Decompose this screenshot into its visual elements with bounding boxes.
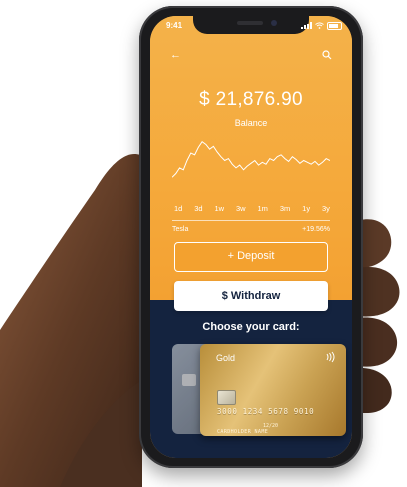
divider (172, 220, 330, 221)
card-gold[interactable]: Gold 3000 1234 5678 9010 12/20 CARDHOLDE… (200, 344, 346, 436)
search-icon[interactable] (322, 50, 332, 60)
contactless-icon (326, 351, 335, 363)
range-tab-1y[interactable]: 1y (302, 204, 310, 213)
range-tab-3m[interactable]: 3m (280, 204, 290, 213)
wifi-icon (315, 22, 324, 29)
status-icons (301, 21, 342, 30)
balance-amount: $ 21,876.90 (199, 89, 303, 110)
range-tab-1m[interactable]: 1m (258, 204, 268, 213)
choose-card-title: Choose your card: (202, 321, 300, 333)
stock-name: Tesla (172, 226, 189, 233)
card-name: Gold (216, 353, 236, 363)
speaker (237, 21, 263, 25)
withdraw-button[interactable]: $ Withdraw (174, 281, 328, 311)
balance-chart (172, 140, 330, 178)
deposit-button[interactable]: + Deposit (174, 242, 328, 272)
app-screen: 9:41 ← $ 21,876.90 Balance 1d 3d 1w 3w 1m 3m 1… (150, 16, 352, 458)
range-tab-3y[interactable]: 3y (322, 204, 330, 213)
front-camera (271, 20, 277, 26)
range-tab-1d[interactable]: 1d (174, 204, 182, 213)
signal-icon (301, 22, 312, 29)
range-tab-3d[interactable]: 3d (194, 204, 202, 213)
balance-label: Balance (234, 118, 268, 128)
card-chip (217, 390, 236, 405)
time-range-selector: 1d 3d 1w 3w 1m 3m 1y 3y (174, 204, 330, 213)
card-holder: CARDHOLDER NAME (217, 429, 269, 435)
status-time: 9:41 (166, 21, 183, 30)
chart-series-line (172, 140, 330, 178)
stock-change: +19.56% (302, 226, 330, 233)
card-chip (182, 374, 196, 386)
battery-icon (327, 21, 342, 30)
back-arrow-icon[interactable]: ← (170, 49, 181, 61)
range-tab-3w[interactable]: 3w (236, 204, 246, 213)
range-tab-1w[interactable]: 1w (215, 204, 225, 213)
card-number: 3000 1234 5678 9010 (217, 407, 315, 416)
notch (193, 16, 309, 34)
